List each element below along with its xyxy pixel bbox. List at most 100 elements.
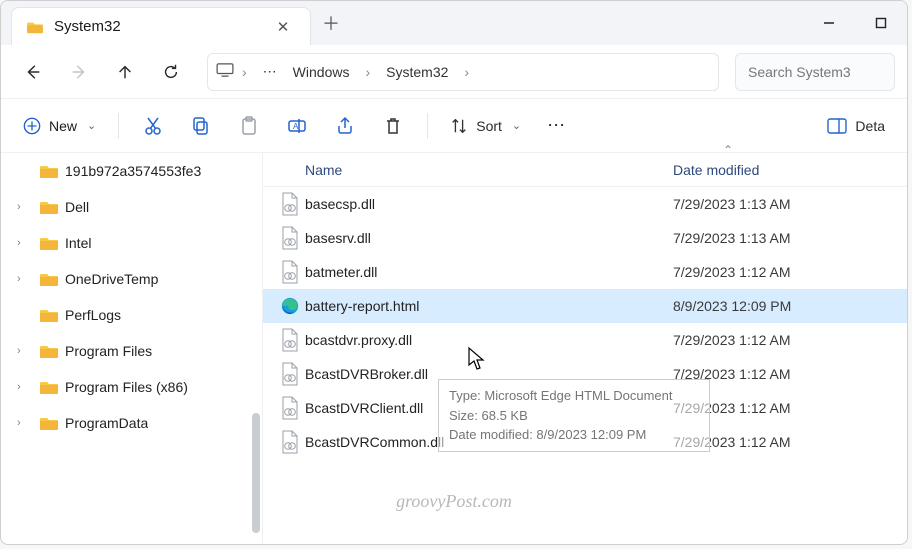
chevron-down-icon: ⌄ <box>512 119 521 132</box>
minimize-button[interactable] <box>803 1 855 45</box>
new-button-label: New <box>49 118 77 134</box>
details-label: Deta <box>855 118 885 134</box>
edge-icon <box>263 295 305 317</box>
search-input[interactable]: Search System3 <box>735 53 895 91</box>
column-date-header[interactable]: Date modified <box>663 162 907 178</box>
new-tab-button[interactable]: ＋ <box>311 1 351 45</box>
file-name: bcastdvr.proxy.dll <box>305 332 663 348</box>
breadcrumb-windows[interactable]: Windows <box>285 64 358 80</box>
tree-item[interactable]: › Program Files (x86) <box>1 369 262 405</box>
file-date: 7/29/2023 1:13 AM <box>663 196 907 212</box>
maximize-button[interactable] <box>855 1 907 45</box>
address-bar[interactable]: › ⋯ Windows › System32 › <box>207 53 719 91</box>
file-name: battery-report.html <box>305 298 663 314</box>
expand-icon[interactable]: › <box>17 381 33 393</box>
tree-item[interactable]: › Intel <box>1 225 262 261</box>
share-button[interactable] <box>325 108 365 144</box>
tree-item[interactable]: › OneDriveTemp <box>1 261 262 297</box>
file-row[interactable]: basesrv.dll7/29/2023 1:13 AM <box>263 221 907 255</box>
tree-item-label: OneDriveTemp <box>65 271 158 287</box>
file-name: basesrv.dll <box>305 230 663 246</box>
chevron-right-icon[interactable]: › <box>456 64 477 80</box>
tree-item-label: Program Files (x86) <box>65 379 188 395</box>
file-date: 7/29/2023 1:12 AM <box>663 332 907 348</box>
svg-text:A: A <box>293 122 299 131</box>
tree-item[interactable]: › Dell <box>1 189 262 225</box>
file-row[interactable]: BcastDVRCommon.dll7/29/2023 1:12 AM <box>263 425 907 459</box>
back-button[interactable] <box>13 52 53 92</box>
chevron-right-icon[interactable]: › <box>234 64 255 80</box>
tab-system32[interactable]: System32 ✕ <box>11 7 311 45</box>
expand-icon[interactable]: › <box>17 417 33 429</box>
file-row[interactable]: batmeter.dll7/29/2023 1:12 AM <box>263 255 907 289</box>
file-list-pane: ⌃ Name Date modified basecsp.dll7/29/202… <box>263 153 907 544</box>
tree-scrollbar-thumb[interactable] <box>252 413 260 533</box>
sort-indicator-icon: ⌃ <box>723 143 733 157</box>
toolbar-divider <box>427 113 428 139</box>
file-name: BcastDVRBroker.dll <box>305 366 663 382</box>
navigation-bar: › ⋯ Windows › System32 › Search System3 <box>1 45 907 99</box>
expand-icon[interactable]: › <box>17 345 33 357</box>
navigation-tree[interactable]: ›191b972a3574553fe3 › Dell › Intel › OneDriveT… <box>1 153 263 544</box>
file-name: basecsp.dll <box>305 196 663 212</box>
column-headers: ⌃ Name Date modified <box>263 153 907 187</box>
sort-button-label: Sort <box>476 118 502 134</box>
tree-item[interactable]: ›PerfLogs <box>1 297 262 333</box>
sort-button[interactable]: Sort ⌄ <box>442 108 529 144</box>
column-name-header[interactable]: Name <box>263 162 663 178</box>
tree-item-label: ProgramData <box>65 415 148 431</box>
folder-icon <box>39 415 59 431</box>
title-bar: System32 ✕ ＋ <box>1 1 907 45</box>
tree-item-label: Program Files <box>65 343 152 359</box>
tab-title: System32 <box>54 18 260 35</box>
copy-button[interactable] <box>181 108 221 144</box>
folder-icon <box>39 379 59 395</box>
up-button[interactable] <box>105 52 145 92</box>
file-date: 7/29/2023 1:12 AM <box>663 366 907 382</box>
delete-button[interactable] <box>373 108 413 144</box>
expand-icon[interactable]: › <box>17 273 33 285</box>
folder-icon <box>39 163 59 179</box>
folder-icon <box>39 235 59 251</box>
tree-item[interactable]: › ProgramData <box>1 405 262 441</box>
breadcrumb-system32[interactable]: System32 <box>378 64 456 80</box>
search-placeholder: Search System3 <box>748 64 851 80</box>
file-icon <box>263 261 305 283</box>
file-row[interactable]: BcastDVRClient.dll7/29/2023 1:12 AM <box>263 391 907 425</box>
expand-icon[interactable]: › <box>17 201 33 213</box>
tab-close-button[interactable]: ✕ <box>270 18 296 36</box>
tree-item-label: Dell <box>65 199 89 215</box>
file-row[interactable]: battery-report.html8/9/2023 12:09 PM <box>263 289 907 323</box>
file-date: 7/29/2023 1:12 AM <box>663 264 907 280</box>
file-name: batmeter.dll <box>305 264 663 280</box>
toolbar-divider <box>118 113 119 139</box>
file-row[interactable]: bcastdvr.proxy.dll7/29/2023 1:12 AM <box>263 323 907 357</box>
tree-item[interactable]: ›191b972a3574553fe3 <box>1 153 262 189</box>
forward-button[interactable] <box>59 52 99 92</box>
file-date: 8/9/2023 12:09 PM <box>663 298 907 314</box>
details-pane-button[interactable]: Deta <box>819 108 893 144</box>
tree-item-label: Intel <box>65 235 91 251</box>
chevron-down-icon: ⌄ <box>87 119 96 132</box>
file-date: 7/29/2023 1:12 AM <box>663 400 907 416</box>
refresh-button[interactable] <box>151 52 191 92</box>
content-area: ›191b972a3574553fe3 › Dell › Intel › OneDriveT… <box>1 153 907 544</box>
file-icon <box>263 397 305 419</box>
pc-icon <box>216 63 234 80</box>
rename-button[interactable]: A <box>277 108 317 144</box>
tree-item-label: PerfLogs <box>65 307 121 323</box>
file-explorer-window: System32 ✕ ＋ › ⋯ Windows › System32 › Se… <box>0 0 908 545</box>
more-button[interactable]: ⋯ <box>537 108 577 144</box>
paste-button[interactable] <box>229 108 269 144</box>
new-button[interactable]: New ⌄ <box>15 108 104 144</box>
expand-icon[interactable]: › <box>17 237 33 249</box>
file-row[interactable]: basecsp.dll7/29/2023 1:13 AM <box>263 187 907 221</box>
breadcrumb-overflow[interactable]: ⋯ <box>255 63 285 80</box>
file-name: BcastDVRCommon.dll <box>305 434 663 450</box>
file-icon <box>263 329 305 351</box>
tree-item[interactable]: › Program Files <box>1 333 262 369</box>
chevron-right-icon[interactable]: › <box>357 64 378 80</box>
file-icon <box>263 363 305 385</box>
cut-button[interactable] <box>133 108 173 144</box>
file-row[interactable]: BcastDVRBroker.dll7/29/2023 1:12 AM <box>263 357 907 391</box>
